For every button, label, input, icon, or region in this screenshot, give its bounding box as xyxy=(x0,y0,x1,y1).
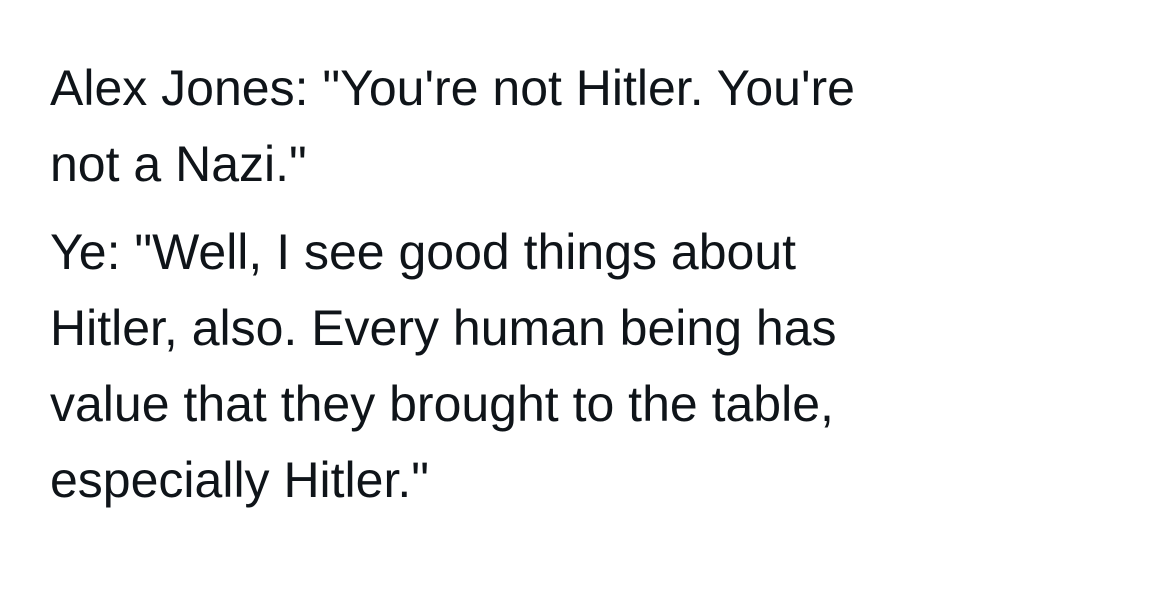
tweet-text-line: value that they brought to the table, xyxy=(50,376,834,432)
tweet-paragraph-ye: Ye: "Well, I see good things about Hitle… xyxy=(50,214,1140,518)
tweet-paragraph-alex-jones: Alex Jones: "You're not Hitler. You're n… xyxy=(50,50,1140,202)
tweet-text-line: Alex Jones: "You're not Hitler. You're xyxy=(50,60,855,116)
tweet-text-body: Alex Jones: "You're not Hitler. You're n… xyxy=(0,0,1170,598)
tweet-text-line: Hitler, also. Every human being has xyxy=(50,300,837,356)
tweet-text-line: Ye: "Well, I see good things about xyxy=(50,224,797,280)
tweet-text-line: not a Nazi." xyxy=(50,136,307,192)
tweet-text-line: especially Hitler." xyxy=(50,452,430,508)
